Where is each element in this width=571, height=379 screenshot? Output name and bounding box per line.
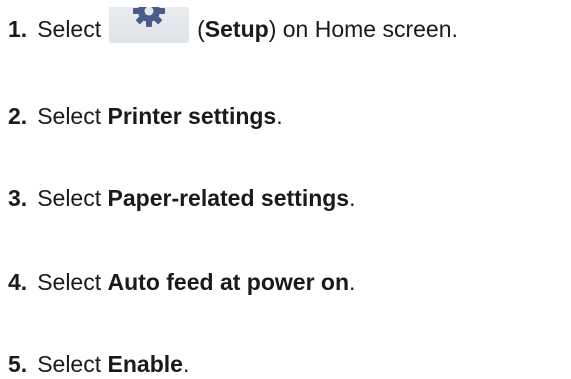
step-1: 1. Select (Setup) on Home screen. — [8, 14, 458, 44]
step-number: 5. — [8, 349, 27, 379]
step-bold-term: Paper-related settings — [108, 183, 350, 213]
step-4: 4. Select Auto feed at power on. — [8, 267, 355, 297]
step-number: 1. — [8, 14, 27, 44]
step-text-prefix: Select — [37, 14, 101, 44]
step-number: 4. — [8, 267, 27, 297]
step-text-prefix: Select — [37, 183, 101, 213]
step-number: 2. — [8, 101, 27, 131]
step-text-suffix: ) on Home screen. — [269, 14, 458, 44]
step-text-prefix: Select — [37, 267, 101, 297]
step-bold-term: Auto feed at power on — [108, 267, 350, 297]
step-text-suffix: . — [349, 267, 355, 297]
step-5: 5. Select Enable. — [8, 349, 189, 379]
step-text-prefix: Select — [37, 349, 101, 379]
step-number: 3. — [8, 183, 27, 213]
step-3: 3. Select Paper-related settings. — [8, 183, 356, 213]
gear-icon — [131, 7, 167, 29]
setup-icon-button — [109, 7, 189, 43]
step-text-suffix: . — [276, 101, 282, 131]
step-text-suffix: . — [349, 183, 355, 213]
step-text-prefix: Select — [37, 101, 101, 131]
step-text-paren: ( — [197, 14, 205, 44]
step-bold-term: Setup — [205, 14, 269, 44]
step-2: 2. Select Printer settings. — [8, 101, 283, 131]
step-bold-term: Printer settings — [108, 101, 277, 131]
step-bold-term: Enable — [108, 349, 183, 379]
step-text-suffix: . — [183, 349, 189, 379]
